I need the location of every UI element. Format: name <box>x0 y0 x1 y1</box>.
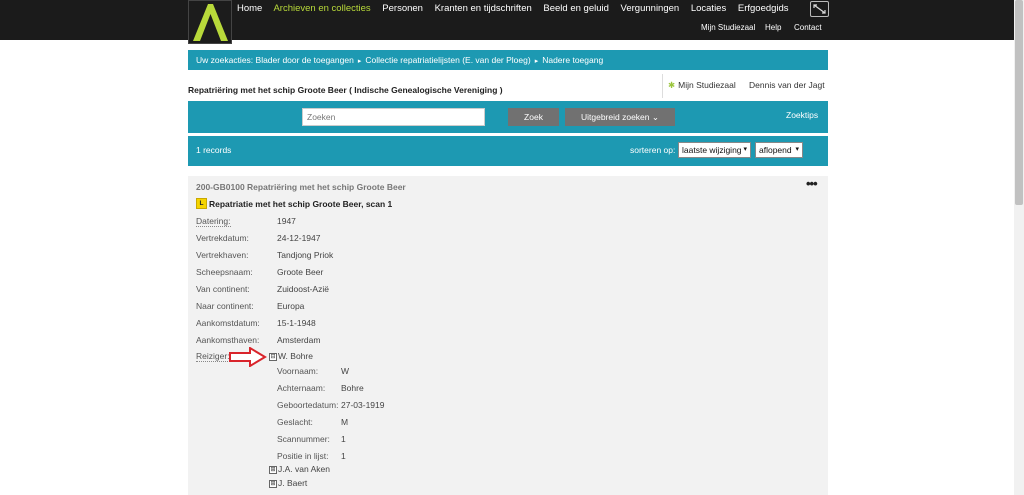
nav-item-kranten[interactable]: Kranten en tijdschriften <box>435 3 532 14</box>
field-label-van-continent: Van continent: <box>196 284 250 294</box>
traveler-name[interactable]: W. Bohre <box>278 351 313 361</box>
breadcrumb-item-nadere-toegang[interactable]: Nadere toegang <box>542 55 603 65</box>
search-button[interactable]: Zoek <box>508 108 559 126</box>
level-badge: L <box>196 198 207 209</box>
divider <box>662 74 663 98</box>
nav-item-personen[interactable]: Personen <box>382 3 423 14</box>
field-value-datering: 1947 <box>277 216 296 226</box>
field-label-vertrekhaven: Vertrekhaven: <box>196 250 249 260</box>
select-caret-icon: ▾ <box>743 146 747 153</box>
field-label-aankomstdatum: Aankomstdatum: <box>196 318 260 328</box>
sort-order-value: aflopend <box>759 145 792 155</box>
record-header[interactable]: 200-GB0100 Repatriëring met het schip Gr… <box>196 182 406 192</box>
breadcrumb-arrow-icon: ▸ <box>357 58 362 65</box>
expand-icon <box>813 4 826 14</box>
breadcrumb-item-collectie[interactable]: Collectie repatriatielijsten (E. van der… <box>365 55 530 65</box>
advanced-search-button[interactable]: Uitgebreid zoeken ⌄ <box>565 108 675 126</box>
sort-label: sorteren op: <box>630 145 676 155</box>
field-value-aankomstdatum: 15-1-1948 <box>277 318 316 328</box>
detail-value-positie: 1 <box>341 451 346 461</box>
nav-item-locaties[interactable]: Locaties <box>691 3 726 14</box>
field-label-reiziger: Reiziger: <box>196 351 230 362</box>
detail-label-geslacht: Geslacht: <box>277 417 313 427</box>
sort-field-value: laatste wijziging <box>682 145 742 155</box>
field-label-naar-continent: Naar continent: <box>196 301 254 311</box>
chevron-down-icon: ⌄ <box>651 112 659 122</box>
field-value-vertrekdatum: 24-12-1947 <box>277 233 321 243</box>
nav-item-erfgoedgids[interactable]: Erfgoedgids <box>738 3 789 14</box>
nav-item-vergunningen[interactable]: Vergunningen <box>621 3 680 14</box>
breadcrumb: Uw zoekacties: Blader door de toegangen ▸… <box>188 50 828 70</box>
main-navigation: Home Archieven en collecties Personen Kr… <box>237 3 798 14</box>
field-value-scheepsnaam: Groote Beer <box>277 267 324 277</box>
subnav-mijn-studiezaal[interactable]: Mijn Studiezaal <box>701 23 755 32</box>
nav-item-archieven[interactable]: Archieven en collecties <box>273 3 370 14</box>
detail-label-scannummer: Scannummer: <box>277 434 330 444</box>
field-label-datering: Datering: <box>196 216 231 227</box>
sort-order-select[interactable]: aflopend ▾ <box>755 142 803 158</box>
subnav-contact[interactable]: Contact <box>794 23 822 32</box>
nav-item-home[interactable]: Home <box>237 3 262 14</box>
field-value-aankomsthaven: Amsterdam <box>277 335 321 345</box>
field-value-van-continent: Zuidoost-Azië <box>277 284 329 294</box>
expand-toggle-icon[interactable]: ⊞ <box>269 466 277 474</box>
detail-value-scannummer: 1 <box>341 434 346 444</box>
annotation-arrow-icon <box>229 347 267 367</box>
detail-value-achternaam: Bohre <box>341 383 364 393</box>
collapse-toggle-icon[interactable]: ⊟ <box>269 353 277 361</box>
detail-label-geboortedatum: Geboortedatum: <box>277 400 339 410</box>
user-name[interactable]: Dennis van der Jagt <box>749 80 825 90</box>
expand-toggle-icon[interactable]: ⊞ <box>269 480 277 488</box>
breadcrumb-item-zoekacties[interactable]: Uw zoekacties: Blader door de toegangen <box>196 55 354 65</box>
mijn-studiezaal-label: Mijn Studiezaal <box>678 80 736 90</box>
breadcrumb-arrow-icon: ▸ <box>534 58 539 65</box>
detail-value-geslacht: M <box>341 417 349 427</box>
search-tips-link[interactable]: Zoektips <box>786 110 818 120</box>
page-title: Repatriëring met het schip Groote Beer (… <box>188 85 503 95</box>
detail-label-positie: Positie in lijst: <box>277 451 329 461</box>
star-icon: ✱ <box>668 80 676 90</box>
field-value-vertrekhaven: Tandjong Priok <box>277 250 334 260</box>
field-value-naar-continent: Europa <box>277 301 305 311</box>
advanced-search-label: Uitgebreid zoeken <box>580 112 650 122</box>
mijn-studiezaal-link[interactable]: ✱ Mijn Studiezaal <box>668 80 736 91</box>
detail-value-voornaam: W <box>341 366 350 376</box>
scrollbar-thumb[interactable] <box>1015 0 1023 205</box>
records-count: 1 records <box>196 145 232 155</box>
field-label-vertrekdatum: Vertrekdatum: <box>196 233 249 243</box>
field-label-scheepsnaam: Scheepsnaam: <box>196 267 253 277</box>
traveler-name[interactable]: J.A. van Aken <box>278 464 330 474</box>
detail-label-voornaam: Voornaam: <box>277 366 319 376</box>
field-label-aankomsthaven: Aankomsthaven: <box>196 335 260 345</box>
more-options-icon[interactable]: ••• <box>806 176 818 191</box>
fullscreen-button[interactable] <box>810 1 829 17</box>
detail-label-achternaam: Achternaam: <box>277 383 326 393</box>
sort-field-select[interactable]: laatste wijziging ▾ <box>678 142 751 158</box>
record-subtitle[interactable]: Repatriatie met het schip Groote Beer, s… <box>209 199 392 209</box>
search-input[interactable] <box>302 108 485 126</box>
nav-item-beeld[interactable]: Beeld en geluid <box>543 3 609 14</box>
select-caret-icon: ▾ <box>795 146 799 153</box>
traveler-name[interactable]: J. Baert <box>278 478 307 488</box>
site-logo[interactable] <box>188 0 232 44</box>
detail-value-geboortedatum: 27-03-1919 <box>341 400 385 410</box>
subnav-help[interactable]: Help <box>765 23 781 32</box>
